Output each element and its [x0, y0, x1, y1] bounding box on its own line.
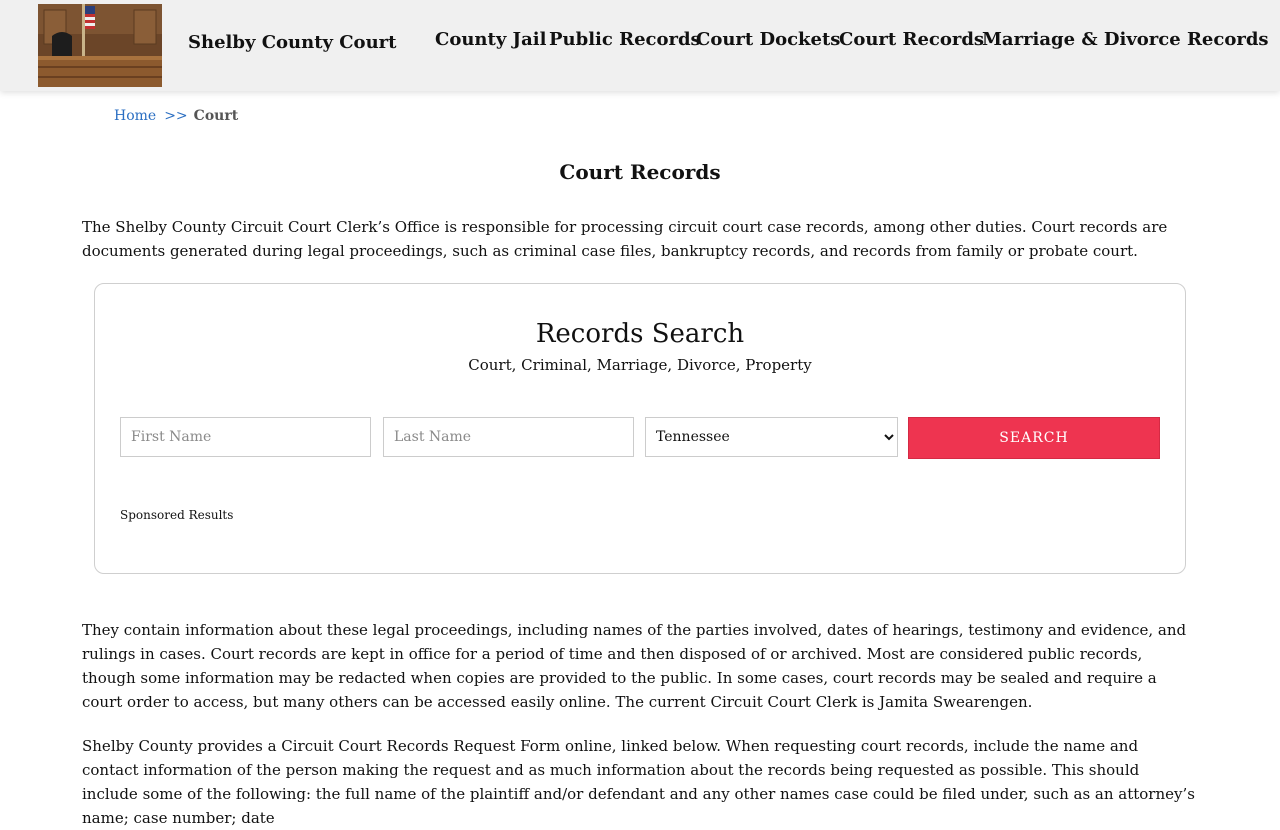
nav-public-records[interactable]: Public Records: [549, 29, 701, 50]
records-search-panel: Records Search Court, Criminal, Marriage…: [94, 283, 1186, 574]
breadcrumb-current: Court: [193, 108, 239, 124]
breadcrumb-separator: >>: [164, 108, 188, 124]
site-header: Shelby County Court County Jail Public R…: [0, 0, 1280, 91]
page-title: Court Records: [559, 160, 721, 184]
search-panel-subtitle: Court, Criminal, Marriage, Divorce, Prop…: [468, 356, 812, 374]
nav-marriage-divorce-records[interactable]: Marriage & Divorce Records: [982, 29, 1269, 50]
courtroom-photo-icon: [38, 4, 162, 87]
nav-county-jail[interactable]: County Jail: [435, 29, 546, 50]
request-form-paragraph: Shelby County provides a Circuit Court R…: [82, 737, 1195, 827]
sponsored-results-label: Sponsored Results: [120, 508, 234, 522]
first-name-input[interactable]: [120, 417, 371, 457]
records-info-paragraph: They contain information about these leg…: [82, 621, 1187, 711]
nav-court-dockets[interactable]: Court Dockets: [696, 29, 840, 50]
nav-court-records[interactable]: Court Records: [839, 29, 984, 50]
state-select[interactable]: Tennessee: [645, 417, 898, 457]
breadcrumb-home-link[interactable]: Home: [114, 108, 156, 124]
site-logo[interactable]: [38, 4, 162, 87]
last-name-input[interactable]: [383, 417, 634, 457]
search-panel-title: Records Search: [535, 319, 745, 349]
intro-paragraph: The Shelby County Circuit Court Clerk’s …: [82, 218, 1168, 260]
search-button[interactable]: SEARCH: [908, 417, 1160, 459]
breadcrumb: Home >> Court: [114, 108, 238, 124]
site-title[interactable]: Shelby County Court: [188, 32, 396, 53]
